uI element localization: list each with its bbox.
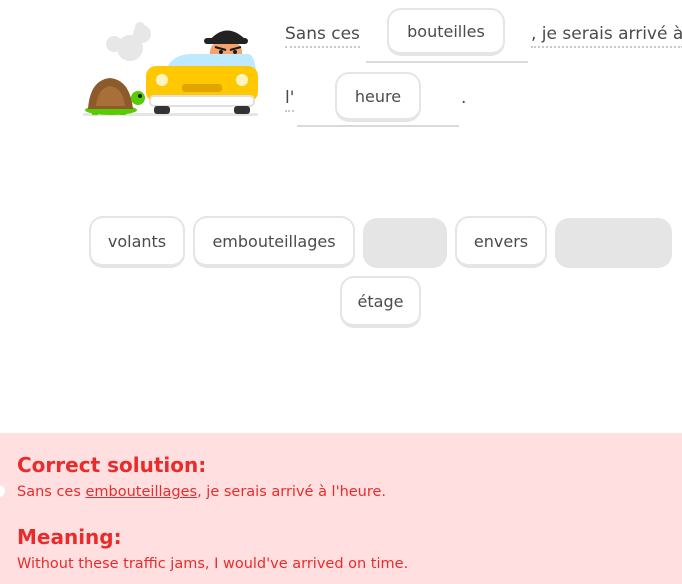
correct-solution-text: Sans ces embouteillages, je serais arriv… (17, 484, 386, 500)
solution-text-end: , je serais arrivé à l'heure. (197, 484, 387, 500)
placed-tile-bouteilles[interactable]: bouteilles (387, 8, 505, 56)
smoke-icon (106, 22, 151, 61)
meaning-title: Meaning: (17, 525, 122, 549)
word-bank-tile-envers[interactable]: envers (455, 216, 547, 268)
sentence-word-l[interactable]: l' (285, 88, 295, 112)
solution-text-start: Sans ces (17, 484, 86, 500)
traffic-illustration-icon (83, 22, 258, 116)
car-icon (146, 54, 258, 114)
word-bank-tile-etage[interactable]: étage (340, 276, 421, 328)
correct-solution-title: Correct solution: (17, 453, 207, 477)
word-bank-empty-slot-1 (363, 218, 447, 268)
solution-highlighted-word: embouteillages (85, 484, 198, 500)
word-bank-tile-volants[interactable]: volants (89, 216, 185, 268)
turtle-icon (85, 78, 145, 115)
answer-blank-2 (297, 125, 459, 127)
sentence-period: . (461, 88, 467, 108)
word-bank-tile-embouteillages[interactable]: embouteillages (193, 216, 355, 268)
sentence-word-sans-ces[interactable]: Sans ces (285, 24, 360, 48)
panel-edge-dot-icon (0, 485, 5, 497)
meaning-text: Without these traffic jams, I would've a… (17, 556, 409, 572)
feedback-panel: Correct solution: Sans ces embouteillage… (0, 433, 682, 584)
word-bank-empty-slot-2 (555, 218, 672, 268)
answer-blank-1 (366, 61, 528, 63)
placed-tile-heure[interactable]: heure (335, 72, 421, 122)
sentence-word-je-serais-arrive-a[interactable]: , je serais arrivé à (531, 24, 682, 48)
